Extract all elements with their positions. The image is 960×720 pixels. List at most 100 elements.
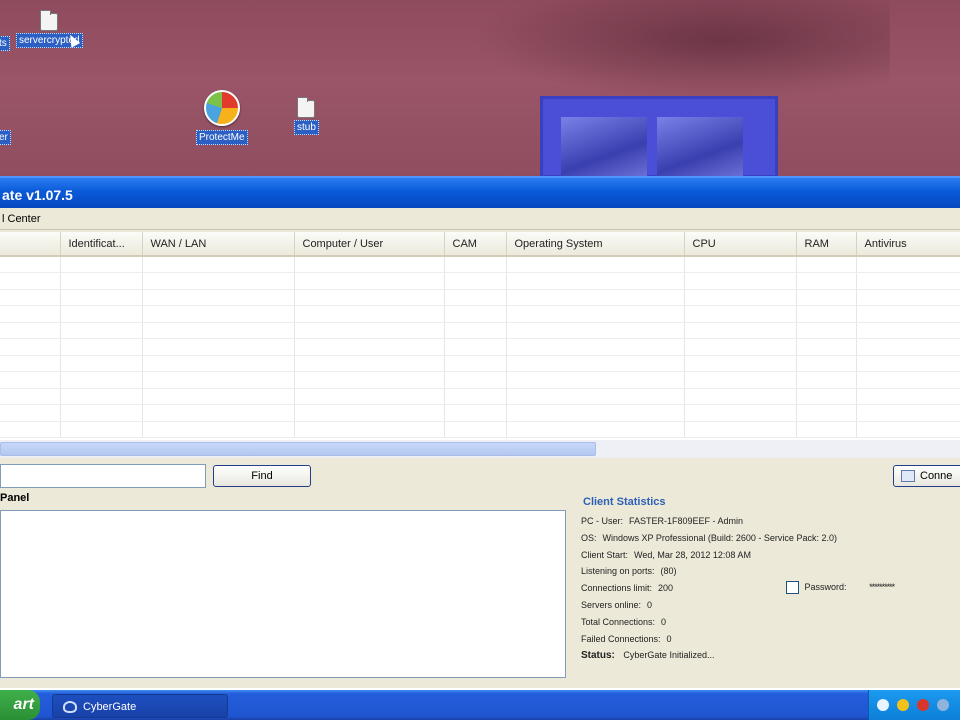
- column-header[interactable]: RAM: [796, 232, 857, 257]
- table-cell: [684, 388, 797, 405]
- table-row[interactable]: [0, 388, 960, 405]
- connections-grid[interactable]: Identificat... WAN / LAN Computer / User CA…: [0, 232, 960, 440]
- connect-button[interactable]: Conne: [893, 465, 960, 487]
- stats-value: 0: [647, 599, 653, 610]
- table-row[interactable]: [0, 289, 960, 306]
- shield-icon[interactable]: [897, 699, 909, 711]
- table-cell: [142, 272, 295, 290]
- table-cell: [294, 338, 445, 356]
- column-header[interactable]: CPU: [684, 232, 797, 257]
- cybergate-window: ate v1.07.5 l Center Identificat... WAN /…: [0, 176, 960, 688]
- desktop: ts servercrypted er ProtectMe stub: [0, 0, 960, 178]
- column-header[interactable]: WAN / LAN: [142, 232, 295, 257]
- table-cell: [856, 421, 960, 438]
- table-cell: [294, 421, 445, 438]
- search-input[interactable]: [0, 464, 206, 488]
- table-cell: [294, 404, 445, 422]
- table-cell: [856, 371, 960, 389]
- system-tray: [868, 690, 960, 720]
- column-header[interactable]: Identificat...: [60, 232, 143, 257]
- horizontal-scrollbar[interactable]: [0, 440, 960, 458]
- table-row[interactable]: [0, 404, 960, 422]
- table-cell: [506, 404, 685, 422]
- table-cell: [60, 404, 143, 422]
- table-cell: [796, 305, 857, 323]
- table-cell: [684, 338, 797, 356]
- table-cell: [684, 305, 797, 323]
- table-cell: [684, 371, 797, 389]
- table-cell: [856, 355, 960, 372]
- table-cell: [294, 388, 445, 405]
- table-cell: [506, 355, 685, 372]
- column-header[interactable]: Operating System: [506, 232, 685, 257]
- security-alert-icon[interactable]: [917, 699, 929, 711]
- scrollbar-thumb[interactable]: [0, 442, 596, 456]
- table-row[interactable]: [0, 256, 960, 273]
- stats-line: Total Connections: 0: [581, 614, 960, 631]
- table-cell: [444, 388, 507, 405]
- volume-icon[interactable]: [937, 699, 949, 711]
- window-titlebar[interactable]: ate v1.07.5: [0, 176, 960, 208]
- desktop-icon-ts[interactable]: ts: [0, 36, 10, 51]
- folder-icon: [40, 10, 59, 31]
- table-cell: [684, 355, 797, 372]
- desktop-shadow: [470, 0, 890, 100]
- table-cell: [294, 322, 445, 339]
- password-checkbox[interactable]: [786, 581, 799, 594]
- desktop-icon-protectme[interactable]: ProtectMe: [196, 90, 248, 145]
- menu-item-control-center[interactable]: l Center: [2, 213, 41, 225]
- table-cell: [506, 305, 685, 323]
- table-cell: [0, 322, 61, 339]
- table-cell: [142, 388, 295, 405]
- table-cell: [684, 421, 797, 438]
- column-header[interactable]: Computer / User: [294, 232, 445, 257]
- stats-line: Listening on ports: (80): [581, 563, 960, 580]
- panel-title: Panel: [0, 492, 30, 504]
- stats-line: OS: Windows XP Professional (Build: 2600 …: [581, 530, 960, 547]
- table-cell: [796, 322, 857, 339]
- stats-line: Client Start: Wed, Mar 28, 2012 12:08 AM: [581, 547, 960, 564]
- table-cell: [0, 421, 61, 438]
- column-header[interactable]: Antivirus: [856, 232, 960, 257]
- desktop-icon-stub[interactable]: stub: [294, 97, 319, 135]
- desktop-icon-er[interactable]: er: [0, 130, 11, 145]
- log-panel[interactable]: [0, 510, 566, 678]
- table-cell: [142, 256, 295, 273]
- table-cell: [142, 355, 295, 372]
- table-cell: [856, 388, 960, 405]
- table-cell: [60, 421, 143, 438]
- status-value: CyberGate Initialized...: [623, 650, 715, 661]
- table-row[interactable]: [0, 338, 960, 356]
- table-cell: [796, 388, 857, 405]
- table-cell: [294, 355, 445, 372]
- desktop-icon-label: er: [0, 130, 11, 145]
- column-header[interactable]: CAM: [444, 232, 507, 257]
- table-row[interactable]: [0, 355, 960, 372]
- table-cell: [444, 404, 507, 422]
- network-icon[interactable]: [877, 699, 889, 711]
- stats-line: PC - User: FASTER-1F809EEF - Admin: [581, 513, 960, 530]
- table-row[interactable]: [0, 322, 960, 339]
- column-header[interactable]: [0, 232, 61, 257]
- window-title: ate v1.07.5: [2, 187, 73, 203]
- start-button[interactable]: art: [0, 690, 40, 720]
- table-cell: [796, 289, 857, 306]
- table-cell: [796, 355, 857, 372]
- table-cell: [60, 322, 143, 339]
- table-row[interactable]: [0, 272, 960, 290]
- stats-title: Client Statistics: [583, 496, 666, 508]
- table-row[interactable]: [0, 421, 960, 438]
- table-row[interactable]: [0, 371, 960, 389]
- table-cell: [856, 322, 960, 339]
- table-cell: [0, 272, 61, 290]
- taskbar-item-cybergate[interactable]: CyberGate: [52, 694, 228, 718]
- table-cell: [506, 371, 685, 389]
- table-cell: [0, 305, 61, 323]
- find-button[interactable]: Find: [213, 465, 311, 487]
- table-row[interactable]: [0, 305, 960, 323]
- table-cell: [684, 404, 797, 422]
- stats-value: 0: [661, 616, 667, 627]
- table-cell: [796, 338, 857, 356]
- stats-label: Client Start:: [581, 549, 629, 560]
- table-cell: [0, 355, 61, 372]
